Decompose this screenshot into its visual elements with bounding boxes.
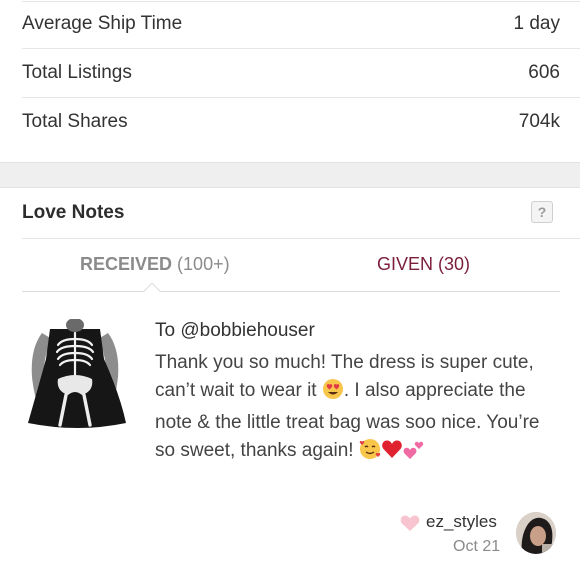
listing-thumbnail[interactable] [22, 318, 134, 433]
stat-label: Total Shares [22, 111, 128, 132]
love-notes-title: Love Notes [22, 202, 125, 223]
closet-info-page: Average Ship Time 1 day Total Listings 6… [0, 0, 580, 579]
stat-value: 606 [528, 62, 560, 83]
tab-underline [22, 291, 560, 292]
red-heart-emoji-icon [381, 438, 403, 469]
two-hearts-emoji-icon [403, 438, 425, 469]
tab-received-count: (100+) [177, 254, 230, 274]
stat-label: Total Listings [22, 62, 132, 83]
tab-given[interactable]: GIVEN (30) [377, 250, 470, 278]
stat-value: 704k [518, 111, 560, 132]
tab-received[interactable]: RECEIVED (100+) [80, 250, 230, 278]
stat-row-ship-time: Average Ship Time 1 day [22, 0, 560, 48]
stat-row-shares: Total Shares 704k [22, 98, 560, 146]
heart-icon [400, 514, 420, 537]
stat-label: Average Ship Time [22, 13, 183, 34]
heart-eyes-emoji-icon [322, 378, 344, 409]
stat-value: 1 day [513, 13, 560, 34]
note-recipient: To @bobbiehouser [155, 320, 315, 341]
help-icon[interactable]: ? [531, 201, 553, 223]
note-author-username[interactable]: ez_styles [426, 512, 497, 532]
stat-row-listings: Total Listings 606 [22, 49, 560, 97]
divider [22, 238, 580, 239]
user-avatar-image [516, 512, 556, 554]
tab-received-label: RECEIVED [80, 254, 173, 274]
avatar[interactable] [516, 512, 556, 554]
smiling-face-with-hearts-emoji-icon [359, 438, 381, 469]
active-tab-caret-icon [143, 282, 161, 300]
note-message: Thank you so much! The dress is super cu… [155, 349, 555, 469]
note-date: Oct 21 [453, 538, 501, 555]
section-separator [0, 162, 580, 188]
skeleton-dress-image [22, 318, 134, 433]
